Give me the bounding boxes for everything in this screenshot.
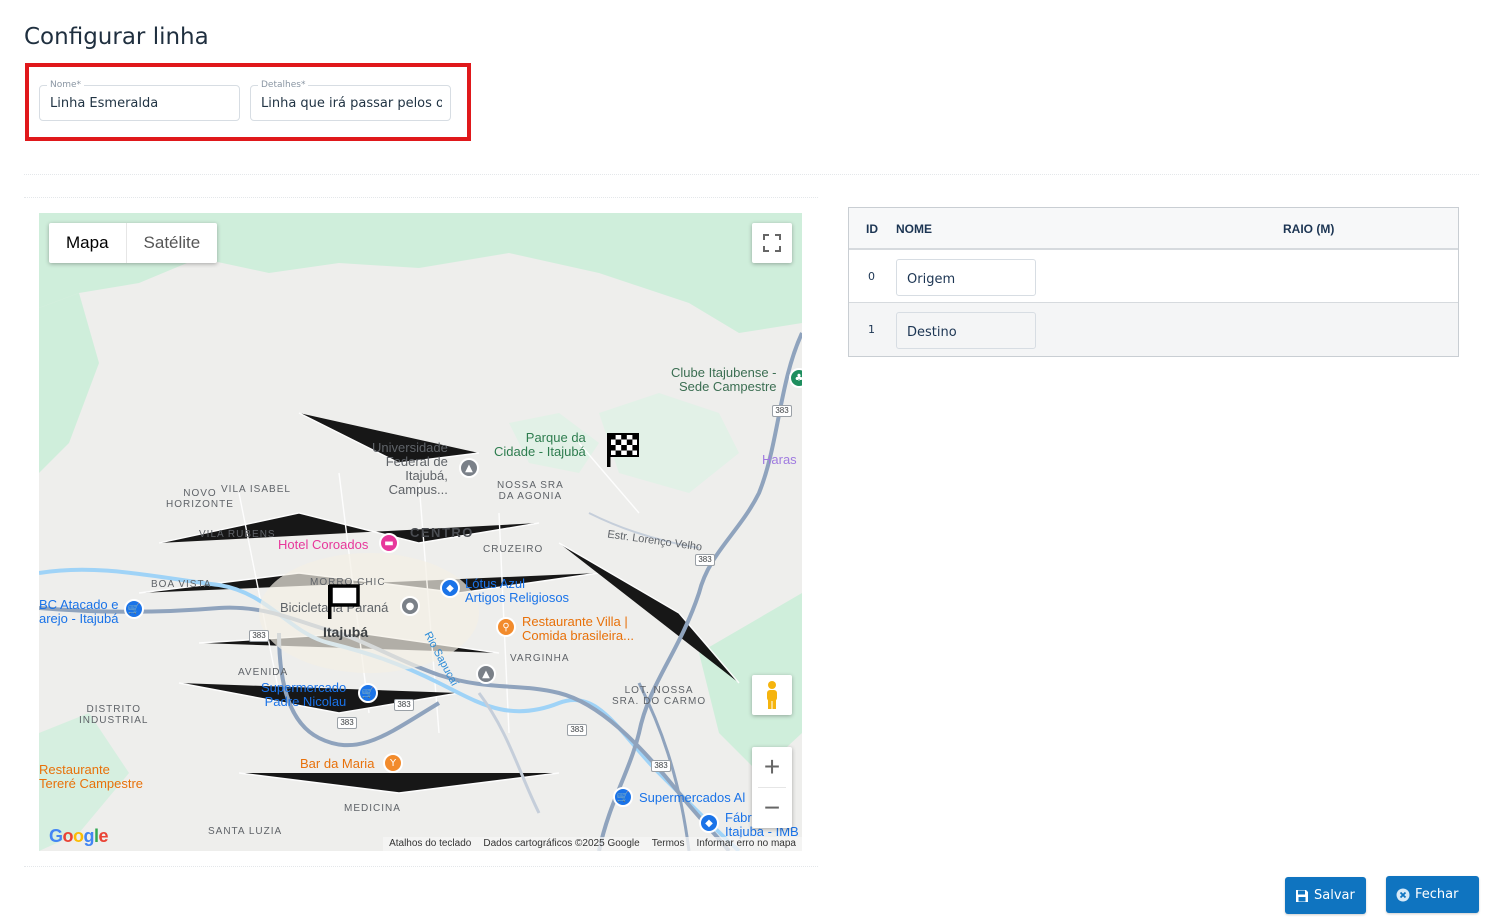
- road-shield: 383: [394, 699, 414, 711]
- table-row: 0 Origem: [849, 250, 1458, 303]
- header-nome: NOME: [896, 222, 932, 236]
- cart-icon[interactable]: 🛒: [124, 599, 144, 619]
- row-name-input[interactable]: Origem: [896, 259, 1036, 296]
- map-bottom-divider: [24, 866, 818, 867]
- label-itajuba: Itajubá: [323, 624, 369, 640]
- school-icon-2[interactable]: ▲: [476, 664, 496, 684]
- close-button[interactable]: Fechar: [1386, 876, 1479, 913]
- shop-icon[interactable]: ●: [400, 596, 420, 616]
- row-name-input[interactable]: Destino: [896, 312, 1036, 349]
- header-raio: RAIO (M): [1283, 222, 1335, 236]
- street-view-button[interactable]: [752, 675, 792, 715]
- row-id: 0: [868, 270, 875, 283]
- road-shield: 383: [651, 760, 671, 772]
- label-supermercado-al: Supermercados Al: [639, 790, 746, 805]
- keyboard-shortcuts-link[interactable]: Atalhos do teclado: [389, 837, 471, 851]
- hotel-icon[interactable]: ▬: [379, 533, 399, 553]
- map-footer: Atalhos do teclado Dados cartográficos ©…: [383, 837, 802, 851]
- road-shield: 383: [695, 554, 715, 566]
- map[interactable]: Clube Itajubense - Sede Campestre ♣ Hara…: [39, 213, 802, 851]
- map-top-divider: [24, 197, 818, 198]
- close-circle-icon: [1396, 888, 1410, 902]
- detalhes-input[interactable]: Linha que irá passar pelos os: [261, 96, 442, 111]
- label-clube: Clube Itajubense - Sede Campestre: [671, 365, 777, 394]
- map-data-attribution: Dados cartográficos ©2025 Google: [483, 838, 640, 849]
- bag-icon[interactable]: ◆: [440, 578, 460, 598]
- road-shield: 383: [772, 405, 792, 417]
- nome-field[interactable]: Nome* Linha Esmeralda: [39, 79, 240, 121]
- label-bar-maria: Bar da Maria: [300, 756, 375, 771]
- nome-label: Nome*: [47, 79, 85, 91]
- label-nossa-sra-agonia: NOSSA SRA DA AGONIA: [497, 480, 564, 502]
- report-error-link[interactable]: Informar erro no mapa: [697, 837, 797, 851]
- label-lot-nossa: LOT. NOSSA SRA. DO CARMO: [612, 685, 707, 707]
- label-boa-vista: BOA VISTA: [151, 579, 212, 590]
- label-universidade: Universidade Federal de Itajubá, Campus.…: [372, 440, 448, 497]
- pegman-icon: [767, 681, 777, 709]
- page-title: Configurar linha: [24, 24, 209, 50]
- close-label: Fechar: [1415, 887, 1459, 902]
- label-varginha: VARGINHA: [510, 653, 570, 664]
- label-restaurante-terere: Restaurante Tereré Campestre: [39, 762, 144, 791]
- restaurant-icon[interactable]: ⚲: [496, 617, 516, 637]
- label-atacado: BC Atacado e arejo - Itajubá: [39, 597, 119, 626]
- zoom-control: + −: [752, 747, 792, 828]
- label-medicina: MEDICINA: [344, 803, 401, 814]
- label-lotus: Lótus Azul Artigos Religiosos: [465, 576, 570, 605]
- label-distrito: DISTRITO INDUSTRIAL: [79, 704, 149, 726]
- destination-checkered-flag-icon[interactable]: [605, 431, 641, 469]
- table-header: ID NOME RAIO (M): [849, 208, 1458, 250]
- map-tab-mapa[interactable]: Mapa: [49, 223, 127, 263]
- road-shield: 383: [567, 724, 587, 736]
- points-table: ID NOME RAIO (M) 0 Origem 1 Destino: [848, 207, 1459, 357]
- save-label: Salvar: [1314, 888, 1355, 903]
- label-haras: Haras: [762, 452, 797, 467]
- label-restaurante-villa: Restaurante Villa | Comida brasileira...: [522, 614, 634, 643]
- label-vila-isabel: VILA ISABEL: [221, 484, 291, 495]
- road-shield: 383: [249, 630, 269, 642]
- cart-icon-2[interactable]: 🛒: [358, 683, 378, 703]
- bar-icon[interactable]: Y: [383, 753, 403, 773]
- origin-flag-icon[interactable]: [326, 583, 362, 621]
- map-tab-satelite[interactable]: Satélite: [127, 223, 218, 263]
- save-button[interactable]: Salvar: [1285, 877, 1366, 914]
- google-logo: Google: [49, 826, 109, 846]
- header-id: ID: [866, 222, 878, 236]
- row-id: 1: [868, 323, 875, 336]
- fullscreen-button[interactable]: [752, 223, 792, 263]
- school-icon[interactable]: ▲: [459, 458, 479, 478]
- label-centro: CENTRO: [410, 525, 474, 540]
- terms-link[interactable]: Termos: [652, 837, 685, 851]
- label-santa-luzia: SANTA LUZIA: [208, 826, 283, 837]
- zoom-out-button[interactable]: −: [752, 788, 792, 828]
- cart-icon-3[interactable]: 🛒: [613, 787, 633, 807]
- label-avenida: AVENIDA: [238, 667, 289, 678]
- road-shield: 383: [337, 717, 357, 729]
- label-cruzeiro: CRUZEIRO: [483, 544, 544, 555]
- label-hotel: Hotel Coroados: [278, 537, 369, 552]
- map-type-control: Mapa Satélite: [49, 223, 218, 263]
- save-icon: [1295, 889, 1309, 903]
- label-parque: Parque da Cidade - Itajubá: [494, 430, 586, 459]
- label-vila-rubens: VILA RUBENS: [199, 529, 276, 540]
- nome-input[interactable]: Linha Esmeralda: [50, 96, 231, 111]
- bag-icon-2[interactable]: ◆: [699, 813, 719, 833]
- section-divider: [24, 174, 1479, 175]
- label-supermercado-padre: Supermercado Padre Nicolau: [261, 680, 347, 709]
- zoom-in-button[interactable]: +: [752, 747, 792, 787]
- detalhes-label: Detalhes*: [258, 79, 309, 91]
- park-icon[interactable]: ♣: [789, 368, 802, 388]
- table-row: 1 Destino: [849, 303, 1458, 356]
- fullscreen-icon: [763, 234, 781, 252]
- detalhes-field[interactable]: Detalhes* Linha que irá passar pelos os: [250, 79, 451, 121]
